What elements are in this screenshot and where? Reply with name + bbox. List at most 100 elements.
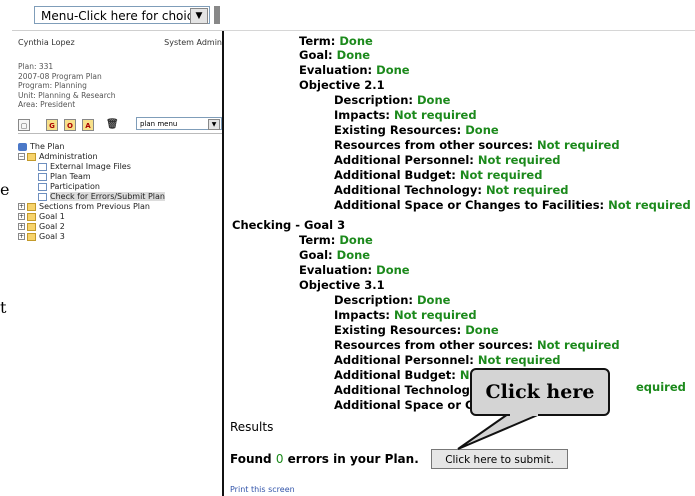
top-divider	[224, 30, 695, 31]
objective-heading: Objective 2.1	[299, 78, 385, 92]
evaluation-row: Evaluation: Done	[299, 63, 410, 77]
expand-icon[interactable]: +	[18, 233, 25, 240]
objective-heading: Objective 3.1	[299, 278, 385, 292]
tree-item-participation[interactable]: Participation	[18, 182, 165, 192]
tree-item-the-plan[interactable]: The Plan	[18, 142, 165, 152]
tree-item-label: Plan Team	[50, 172, 91, 181]
status-text: Not required	[608, 198, 691, 212]
additional-space-row: Additional Space or C	[334, 398, 474, 412]
status-text: Not required	[537, 138, 620, 152]
choices-menu-label: Menu-Click here for choices	[41, 9, 207, 23]
impacts-row: Impacts: Not required	[334, 108, 477, 122]
toolbar-button-a[interactable]: A	[82, 119, 94, 131]
status-text: Not required	[477, 153, 561, 167]
resources-other-row: Resources from other sources: Not requir…	[334, 138, 620, 152]
status-text: Done	[336, 248, 371, 262]
row-label: Additional Personnel:	[334, 353, 474, 367]
status-text: Not required	[394, 308, 477, 322]
tree-item-plan-team[interactable]: Plan Team	[18, 172, 165, 182]
checking-goal-heading: Checking - Goal 3	[232, 218, 346, 232]
folder-icon	[27, 152, 36, 161]
status-text: Not required	[537, 338, 620, 352]
plan-meta-line: Program: Planning	[18, 81, 87, 90]
tree-item-label: Check for Errors/Submit Plan	[50, 192, 165, 201]
status-text: Done	[417, 93, 451, 107]
term-row: Term: Done	[299, 233, 373, 247]
tree-item-goal-1[interactable]: + Goal 1	[18, 212, 165, 222]
chevron-down-icon[interactable]: ▼	[208, 119, 220, 130]
tree-item-check-errors-submit[interactable]: Check for Errors/Submit Plan	[18, 192, 165, 202]
user-line: Cynthia Lopez System Admin	[18, 38, 222, 47]
left-nav-panel: Menu-Click here for choices ▼ Cynthia Lo…	[12, 0, 224, 496]
status-text: Not required	[477, 353, 561, 367]
trash-icon[interactable]: 🗑	[106, 119, 119, 131]
expand-icon[interactable]: +	[18, 213, 25, 220]
tree-item-label: Administration	[39, 152, 98, 161]
status-text: equired	[636, 380, 686, 394]
row-label: Existing Resources:	[334, 323, 462, 337]
collapse-icon[interactable]: −	[18, 153, 25, 160]
row-label: Term:	[299, 34, 336, 48]
additional-personnel-row: Additional Personnel: Not required	[334, 153, 560, 167]
click-here-callout: Click here	[470, 368, 610, 416]
results-heading: Results	[230, 420, 274, 434]
row-label: Additional Personnel:	[334, 153, 474, 167]
found-errors-text: Found 0 errors in your Plan.	[230, 452, 419, 466]
folder-icon	[27, 202, 36, 211]
chevron-down-icon[interactable]: ▼	[190, 8, 208, 24]
existing-resources-row: Existing Resources: Done	[334, 123, 499, 137]
plan-icon	[18, 142, 27, 151]
tree-item-label: Goal 2	[39, 222, 65, 231]
row-label: Description:	[334, 93, 413, 107]
plan-toolbar: ▢ G O A 🗑 plan menu ▼	[18, 117, 222, 134]
expand-icon[interactable]: +	[18, 223, 25, 230]
window-icon[interactable]: ▢	[18, 119, 30, 131]
menu-bar: Menu-Click here for choices ▼	[12, 0, 224, 31]
row-label: Evaluation:	[299, 263, 373, 277]
plan-tree: The Plan − Administration External Image …	[18, 142, 165, 242]
plan-meta-line: 2007-08 Program Plan	[18, 71, 102, 81]
status-text: Done	[376, 63, 410, 77]
status-text: Done	[339, 34, 373, 48]
choices-menu-select[interactable]: Menu-Click here for choices ▼	[34, 6, 210, 24]
callout-text: Click here	[485, 381, 595, 403]
tree-item-goal-3[interactable]: + Goal 3	[18, 232, 165, 242]
description-row: Description: Done	[334, 293, 450, 307]
expand-icon[interactable]: +	[18, 203, 25, 210]
status-text: Not required	[485, 183, 569, 197]
tree-item-goal-2[interactable]: + Goal 2	[18, 222, 165, 232]
error-count: 0	[275, 452, 284, 466]
row-label: Evaluation:	[299, 63, 373, 77]
additional-technology-row: Additional Technology: Not required	[334, 183, 569, 197]
plan-meta-line: Unit: Planning & Research	[18, 90, 116, 100]
tree-item-label: External Image Files	[50, 162, 131, 171]
additional-space-row: Additional Space or Changes to Facilitie…	[334, 198, 691, 212]
tree-item-external-image-files[interactable]: External Image Files	[18, 162, 165, 172]
tree-item-label: Goal 1	[39, 212, 65, 221]
submit-button[interactable]: Click here to submit.	[431, 449, 568, 469]
tree-item-label: Goal 3	[39, 232, 65, 241]
row-label: Description:	[334, 293, 413, 307]
page-icon	[38, 162, 47, 171]
plan-meta: Plan: 331 2007-08 Program Plan Program: …	[18, 62, 116, 110]
toolbar-button-g[interactable]: G	[46, 119, 58, 131]
found-prefix: Found	[230, 452, 272, 466]
status-text: Not required	[459, 168, 543, 182]
row-label: Additional Budget:	[334, 168, 456, 182]
plan-meta-line: Area: President	[18, 100, 76, 109]
tree-item-administration[interactable]: − Administration	[18, 152, 165, 162]
print-link[interactable]: Print this screen	[230, 485, 295, 494]
callout-join	[510, 412, 538, 416]
row-label: Resources from other sources:	[334, 338, 534, 352]
found-suffix: errors in your Plan.	[287, 452, 419, 466]
tree-item-sections-previous[interactable]: + Sections from Previous Plan	[18, 202, 165, 212]
goal-row: Goal: Done	[299, 248, 370, 262]
row-label: Goal:	[299, 48, 333, 62]
toolbar-button-o[interactable]: O	[64, 119, 76, 131]
user-role: System Admin	[164, 38, 222, 47]
page-margin: e t	[0, 0, 10, 496]
resize-handle[interactable]	[214, 6, 220, 24]
impacts-row: Impacts: Not required	[334, 308, 477, 322]
plan-menu-select[interactable]: plan menu ▼	[136, 117, 222, 130]
status-text: Done	[339, 233, 373, 247]
